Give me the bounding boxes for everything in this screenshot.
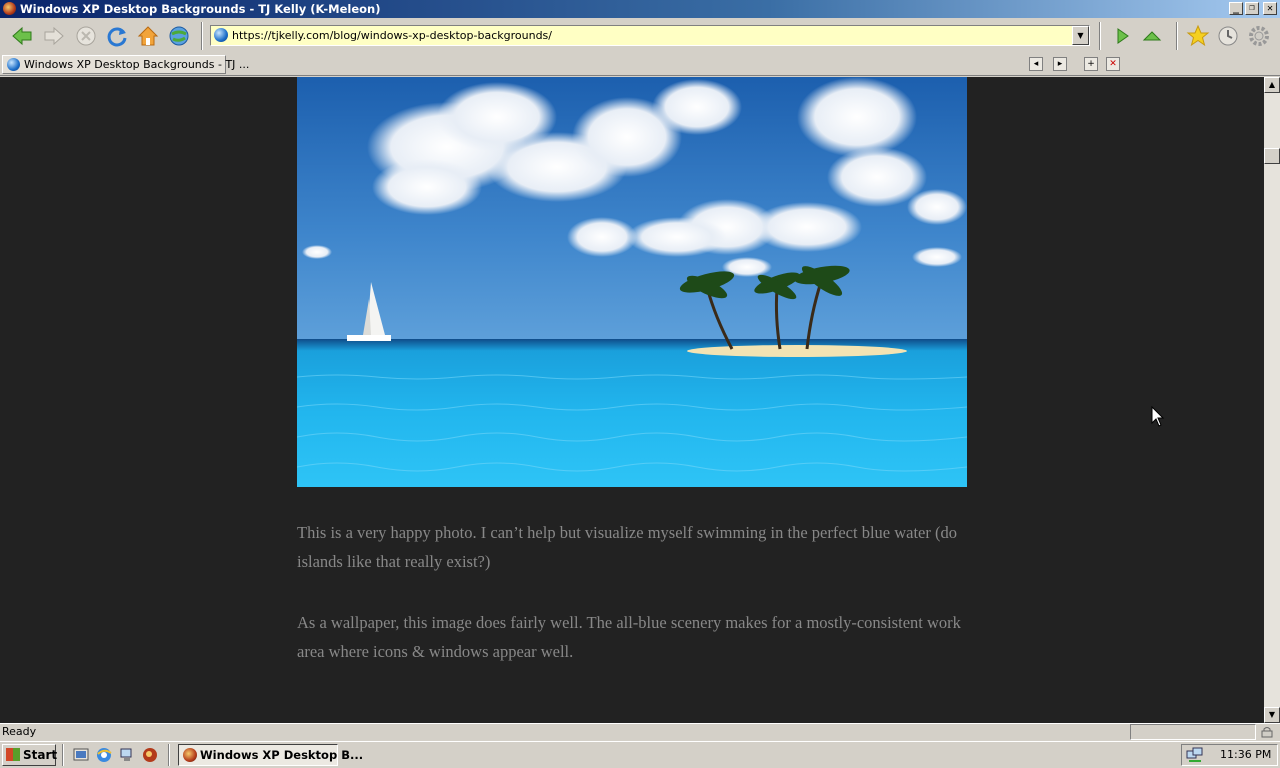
network-icon[interactable] (118, 746, 136, 764)
taskbar-separator (168, 744, 170, 766)
network-tray-icon[interactable] (1186, 746, 1204, 764)
article-paragraph: This is a very happy photo. I can’t help… (297, 523, 957, 571)
scroll-up-button[interactable]: ▲ (1264, 77, 1280, 93)
minimize-button[interactable]: _ (1229, 2, 1243, 15)
start-label[interactable]: Start (23, 745, 57, 765)
tab-next-icon[interactable]: ▸ (1053, 57, 1067, 71)
scroll-down-button[interactable]: ▼ (1264, 707, 1280, 723)
taskbar-separator (62, 744, 64, 766)
article-paragraph: As a wallpaper, this image does fairly w… (297, 613, 961, 661)
toolbar-separator (1176, 22, 1178, 50)
reload-icon[interactable] (105, 24, 129, 48)
toolbar-separator (1099, 22, 1101, 50)
settings-gear-icon[interactable] (1247, 24, 1271, 48)
site-favicon-icon (214, 28, 228, 42)
ie-icon[interactable] (95, 746, 113, 764)
close-tab-icon[interactable]: ✕ (1106, 57, 1120, 71)
tab-prev-icon[interactable]: ◂ (1029, 57, 1043, 71)
security-lock-icon (1261, 727, 1273, 738)
home-icon[interactable] (136, 24, 160, 48)
maximize-button[interactable]: ❐ (1245, 2, 1259, 15)
kmeleon-icon[interactable] (141, 746, 159, 764)
go-arrow-icon[interactable] (1110, 24, 1134, 48)
scroll-thumb[interactable] (1264, 148, 1280, 164)
tropical-island-photo (297, 77, 967, 487)
mouse-cursor-icon (1151, 406, 1165, 427)
back-icon[interactable] (10, 24, 34, 48)
taskbar-window-label[interactable]: Windows XP Desktop B... (200, 747, 363, 763)
taskbar-clock[interactable]: 11:36 PM (1220, 747, 1271, 763)
url-dropdown-button[interactable]: ▼ (1072, 26, 1089, 45)
bookmark-star-icon[interactable] (1186, 24, 1210, 48)
kmeleon-task-icon (183, 748, 197, 762)
tab-label[interactable]: Windows XP Desktop Backgrounds - TJ ... (24, 57, 249, 72)
vertical-scrollbar[interactable] (1264, 77, 1280, 723)
tab-favicon-icon (7, 58, 20, 71)
windows-logo-icon (6, 748, 20, 761)
close-button[interactable]: ✕ (1263, 2, 1277, 15)
new-tab-icon[interactable]: + (1084, 57, 1098, 71)
show-desktop-icon[interactable] (72, 746, 90, 764)
status-pane (1130, 724, 1256, 740)
article-image[interactable] (297, 77, 967, 487)
stop-icon[interactable] (74, 24, 98, 48)
status-text: Ready (2, 725, 37, 738)
forward-icon[interactable] (42, 24, 66, 48)
kmeleon-app-icon[interactable] (3, 2, 16, 15)
toolbar-separator (201, 22, 203, 50)
go-globe-icon[interactable] (167, 24, 191, 48)
url-input[interactable]: https://tjkelly.com/blog/windows-xp-desk… (232, 28, 552, 43)
history-clock-icon[interactable] (1216, 24, 1240, 48)
window-title: Windows XP Desktop Backgrounds - TJ Kell… (20, 2, 381, 16)
up-arrow-icon[interactable] (1140, 24, 1164, 48)
status-bar (0, 723, 1280, 741)
